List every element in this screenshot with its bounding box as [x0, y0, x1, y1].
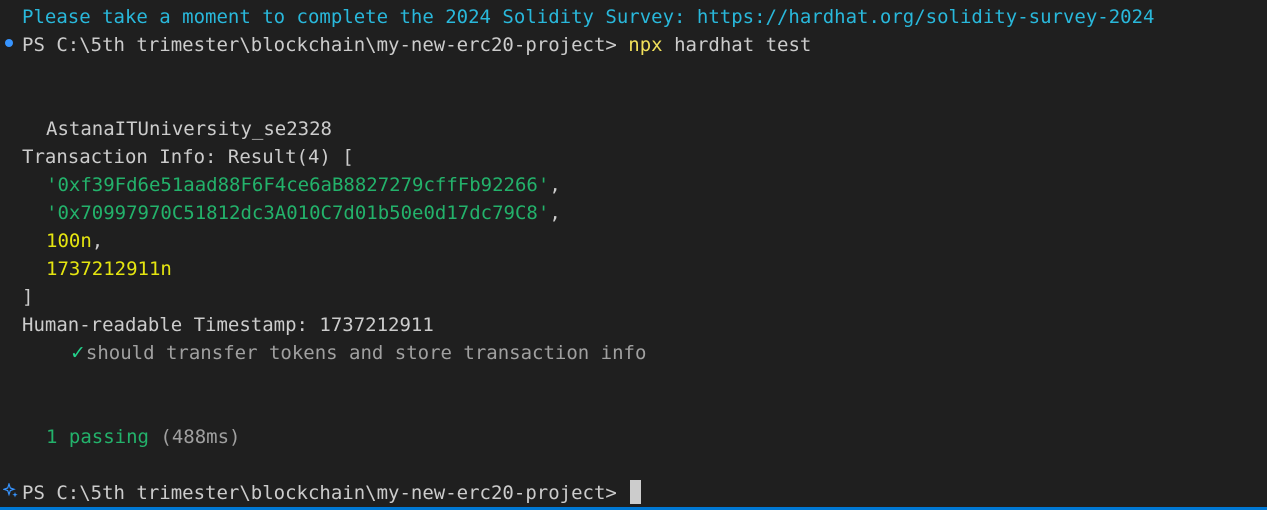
tx-amount-line: 100n,: [46, 227, 103, 255]
terminal-panel[interactable]: Please take a moment to complete the 202…: [0, 0, 1267, 510]
test-result-line: ✓should transfer tokens and store transa…: [70, 339, 646, 367]
human-timestamp: Human-readable Timestamp: 1737212911: [22, 314, 434, 336]
passing-count: 1 passing: [46, 426, 149, 448]
command-decoration-dot-icon[interactable]: [5, 39, 13, 47]
suite-name: AstanaITUniversity_se2328: [46, 118, 332, 140]
comma: ,: [91, 230, 104, 252]
final-prompt-line[interactable]: PS C:\5th trimester\blockchain\my-new-er…: [22, 479, 642, 507]
tx-address-from: '0xf39Fd6e51aad88F6F4ce6aB8827279cffFb92…: [46, 174, 550, 196]
copilot-sparkle-icon[interactable]: [3, 483, 19, 499]
prompt-line: PS C:\5th trimester\blockchain\my-new-er…: [22, 31, 811, 59]
comma: ,: [549, 202, 561, 224]
text-cursor: [630, 479, 642, 504]
tx-amount: 100n: [46, 230, 92, 252]
test-name: should transfer tokens and store transac…: [85, 342, 647, 364]
survey-notice: Please take a moment to complete the 202…: [22, 6, 1155, 28]
prompt-path: PS C:\5th trimester\blockchain\my-new-er…: [22, 34, 617, 56]
passing-time: (488ms): [160, 426, 241, 448]
tx-from-line: '0xf39Fd6e51aad88F6F4ce6aB8827279cffFb92…: [46, 171, 561, 199]
final-prompt-path: PS C:\5th trimester\blockchain\my-new-er…: [22, 482, 617, 504]
command-args: hardhat test: [674, 34, 812, 56]
close-bracket: ]: [22, 286, 34, 308]
command-npx: npx: [628, 34, 663, 56]
tx-address-to: '0x70997970C51812dc3A010C7d01b50e0d17dc7…: [46, 202, 550, 224]
passing-summary: 1 passing (488ms): [46, 423, 240, 451]
tx-to-line: '0x70997970C51812dc3A010C7d01b50e0d17dc7…: [46, 199, 561, 227]
comma: ,: [549, 174, 561, 196]
tx-timestamp: 1737212911n: [46, 258, 172, 280]
tx-info-label: Transaction Info: Result(4) [: [22, 146, 354, 168]
check-icon: ✓: [70, 342, 86, 364]
